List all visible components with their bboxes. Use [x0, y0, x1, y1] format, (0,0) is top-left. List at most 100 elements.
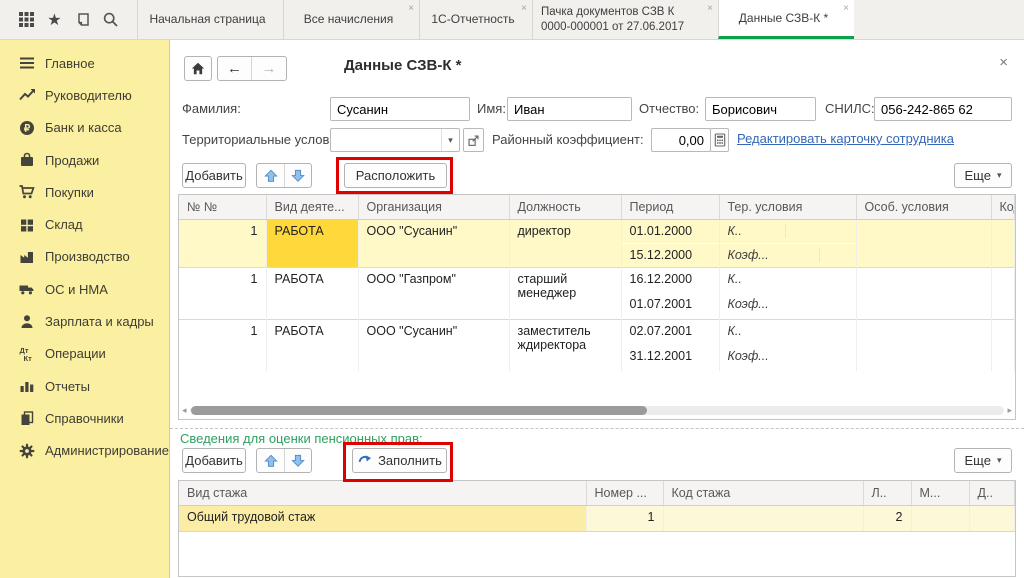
- sidebar-item-production[interactable]: Производство: [0, 241, 169, 273]
- fill-button[interactable]: Заполнить: [352, 448, 447, 473]
- sidebar-item-manager[interactable]: Руководителю: [0, 79, 169, 111]
- coefficient-label: Районный коэффициент:: [492, 132, 644, 147]
- app-window: ★ Начальная страница Все начисления× 1С-…: [0, 0, 1024, 578]
- books-icon: [17, 408, 37, 428]
- dt-kt-icon: ДтКт: [17, 344, 37, 364]
- jobs-table: № № Вид деяте... Организация Должность П…: [178, 194, 1016, 420]
- form-area: ← → Данные СЗВ-К * × Фамилия: Сусанин Им…: [170, 40, 1024, 578]
- calculator-button[interactable]: [710, 128, 729, 152]
- col-header-kind: Вид деяте...: [266, 195, 358, 219]
- sidebar-item-reports[interactable]: Отчеты: [0, 370, 169, 402]
- edit-employee-card-link[interactable]: Редактировать карточку сотрудника: [737, 131, 954, 146]
- firstname-field[interactable]: Иван: [507, 97, 632, 121]
- move-buttons-pension: [256, 448, 312, 473]
- form-close-icon[interactable]: ×: [999, 54, 1008, 71]
- forward-button[interactable]: →: [252, 57, 286, 80]
- scroll-right-icon[interactable]: ▸: [1007, 406, 1012, 415]
- selected-cell[interactable]: РАБОТА: [266, 219, 358, 267]
- dropdown-arrow-icon: ▾: [997, 170, 1002, 181]
- sidebar-item-administration[interactable]: Администрирование: [0, 435, 169, 467]
- open-icon: [467, 134, 480, 147]
- sidebar-item-directories[interactable]: Справочники: [0, 402, 169, 434]
- tab-accruals[interactable]: Все начисления×: [283, 0, 419, 39]
- menu-lines-icon: [17, 53, 37, 73]
- svg-text:₽: ₽: [24, 123, 31, 134]
- combo-caret-icon[interactable]: ▾: [441, 129, 459, 151]
- dropdown-arrow-icon: ▾: [997, 455, 1002, 466]
- middlename-field[interactable]: Борисович: [705, 97, 816, 121]
- add-button-pension[interactable]: Добавить: [182, 448, 246, 473]
- horizontal-scrollbar[interactable]: ◂ ▸: [182, 404, 1012, 417]
- fill-arrow-icon: [357, 454, 372, 468]
- tab-close-icon[interactable]: ×: [521, 4, 527, 14]
- cart-icon: [17, 182, 37, 202]
- home-button[interactable]: [184, 56, 212, 81]
- tab-close-icon[interactable]: ×: [843, 4, 849, 14]
- col-header-ter: Тер. условия: [719, 195, 856, 219]
- warehouse-grid-icon: [17, 215, 37, 235]
- jobs-row-3[interactable]: 1 РАБОТА ООО "Сусанин" заместитель ждире…: [179, 319, 1015, 345]
- col-header-days: Д..: [969, 481, 1015, 505]
- coefficient-field[interactable]: 0,00: [651, 128, 711, 152]
- move-up-button[interactable]: [257, 164, 284, 187]
- section-divider: [170, 428, 1024, 429]
- col-header-position: Должность: [509, 195, 621, 219]
- pension-table: Вид стажа Номер ... Код стажа Л.. М... Д…: [178, 480, 1016, 577]
- svg-text:Кт: Кт: [24, 354, 33, 363]
- col-header-stazh-code: Код стажа: [663, 481, 863, 505]
- lastname-field[interactable]: Сусанин: [330, 97, 470, 121]
- pension-row-1[interactable]: Общий трудовой стаж 1 2: [179, 505, 1015, 531]
- lastname-label: Фамилия:: [182, 101, 241, 116]
- history-icon[interactable]: [73, 10, 93, 30]
- territory-open-button[interactable]: [463, 128, 484, 152]
- sidebar-item-operations[interactable]: ДтКт Операции: [0, 338, 169, 370]
- snils-label: СНИЛС:: [825, 101, 875, 116]
- tab-document-pack[interactable]: Пачка документов СЗВ К 0000-000001 от 27…: [532, 0, 718, 39]
- factory-icon: [17, 247, 37, 267]
- system-toolbar: ★: [0, 0, 137, 39]
- add-button-jobs[interactable]: Добавить: [182, 163, 246, 188]
- move-buttons-jobs: [256, 163, 312, 188]
- more-button-pension[interactable]: Еще▾: [954, 448, 1012, 473]
- tab-close-icon[interactable]: ×: [408, 4, 414, 14]
- sidebar-item-bank[interactable]: ₽ Банк и касса: [0, 112, 169, 144]
- sidebar-item-warehouse[interactable]: Склад: [0, 208, 169, 240]
- move-up-button[interactable]: [257, 449, 284, 472]
- jobs-row-1[interactable]: 1 РАБОТА ООО "Сусанин" директор 01.01.20…: [179, 219, 1015, 243]
- sidebar-item-main[interactable]: Главное: [0, 47, 169, 79]
- col-header-code: Код: [991, 195, 1015, 219]
- ruble-icon: ₽: [17, 118, 37, 138]
- move-down-button[interactable]: [284, 449, 311, 472]
- firstname-label: Имя:: [477, 101, 506, 116]
- col-header-years: Л..: [863, 481, 911, 505]
- sidebar-item-sales[interactable]: Продажи: [0, 144, 169, 176]
- col-header-number: Номер ...: [586, 481, 663, 505]
- tab-szvk-data-active[interactable]: Данные СЗВ-К *×: [718, 0, 854, 39]
- territory-combobox[interactable]: ▾: [330, 128, 460, 152]
- tab-bar: ★ Начальная страница Все начисления× 1С-…: [0, 0, 1024, 40]
- jobs-row-2[interactable]: 1 РАБОТА ООО "Газпром" старший менеджер …: [179, 267, 1015, 293]
- scroll-left-icon[interactable]: ◂: [182, 406, 187, 415]
- back-button[interactable]: ←: [218, 57, 252, 80]
- col-header-stazh-kind: Вид стажа: [179, 481, 586, 505]
- sidebar-item-os-nma[interactable]: ОС и НМА: [0, 273, 169, 305]
- scrollbar-thumb[interactable]: [191, 406, 647, 415]
- move-down-button[interactable]: [284, 164, 311, 187]
- menu-grid-icon[interactable]: [16, 10, 36, 30]
- bar-chart-icon: [17, 376, 37, 396]
- arrange-button[interactable]: Расположить: [344, 163, 447, 188]
- search-icon[interactable]: [101, 10, 121, 30]
- tab-1c-reporting[interactable]: 1С-Отчетность×: [419, 0, 532, 39]
- sidebar-item-salary-hr[interactable]: Зарплата и кадры: [0, 305, 169, 337]
- territory-label: Территориальные условия:: [182, 132, 347, 147]
- gear-icon: [17, 441, 37, 461]
- tab-close-icon[interactable]: ×: [707, 4, 713, 14]
- sidebar-item-purchases[interactable]: Покупки: [0, 176, 169, 208]
- pension-section-label: Сведения для оценки пенсионных прав:: [180, 431, 423, 446]
- more-button-jobs[interactable]: Еще▾: [954, 163, 1012, 188]
- truck-icon: [17, 279, 37, 299]
- tab-home[interactable]: Начальная страница: [137, 0, 283, 39]
- snils-field[interactable]: 056-242-865 62: [874, 97, 1012, 121]
- sidebar: Главное Руководителю ₽ Банк и касса Прод…: [0, 40, 170, 578]
- favorites-star-icon[interactable]: ★: [44, 10, 64, 30]
